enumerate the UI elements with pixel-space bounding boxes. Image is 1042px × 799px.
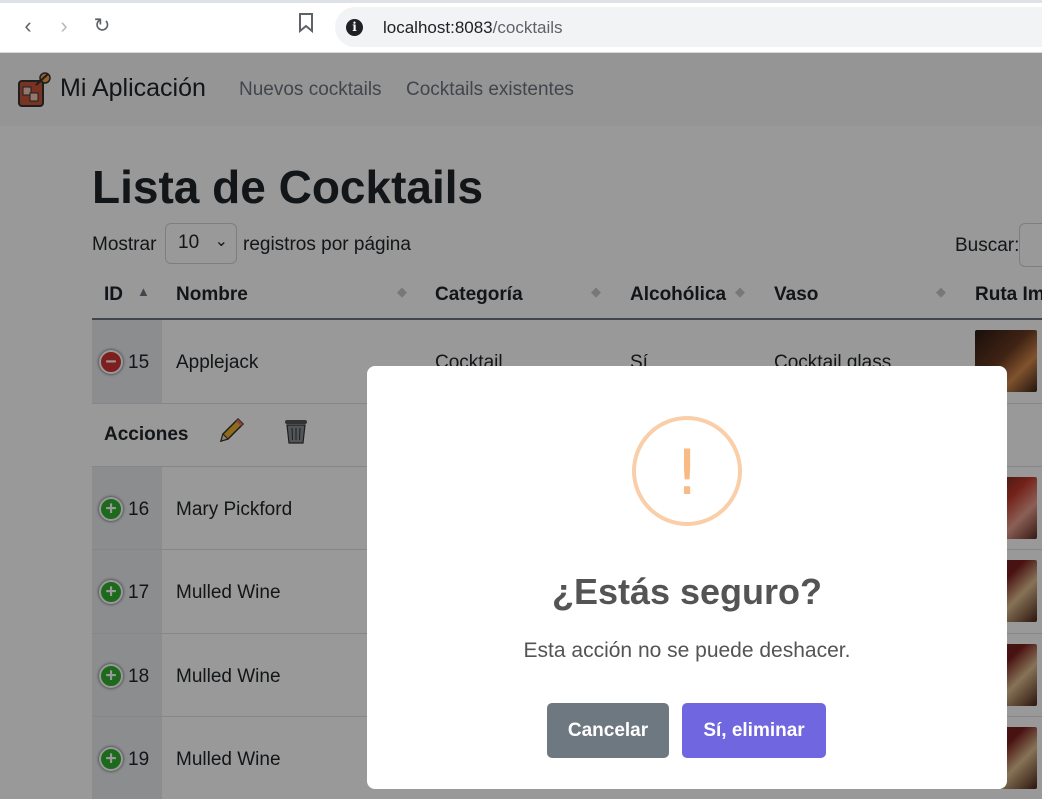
bookmark-icon[interactable] [293, 13, 319, 39]
cancel-button[interactable]: Cancelar [547, 703, 669, 758]
confirm-delete-button[interactable]: Sí, eliminar [682, 703, 826, 758]
browser-toolbar: ‹ › ↻ i localhost:8083/cocktails [0, 0, 1042, 53]
forward-icon[interactable]: › [51, 13, 77, 39]
warning-mark: ! [674, 436, 700, 509]
dialog-title: ¿Estás seguro? [551, 571, 823, 612]
back-icon[interactable]: ‹ [15, 13, 41, 39]
dialog-text: Esta acción no se puede deshacer. [523, 639, 851, 662]
address-bar[interactable]: i localhost:8083/cocktails [335, 7, 1042, 47]
confirm-delete-dialog: ! ¿Estás seguro? Esta acción no se puede… [367, 366, 1007, 789]
url-text: localhost:8083/cocktails [383, 18, 563, 37]
warning-exclamation-icon: ! [632, 416, 742, 526]
site-info-icon[interactable]: i [346, 19, 363, 36]
reload-icon[interactable]: ↻ [89, 13, 115, 39]
